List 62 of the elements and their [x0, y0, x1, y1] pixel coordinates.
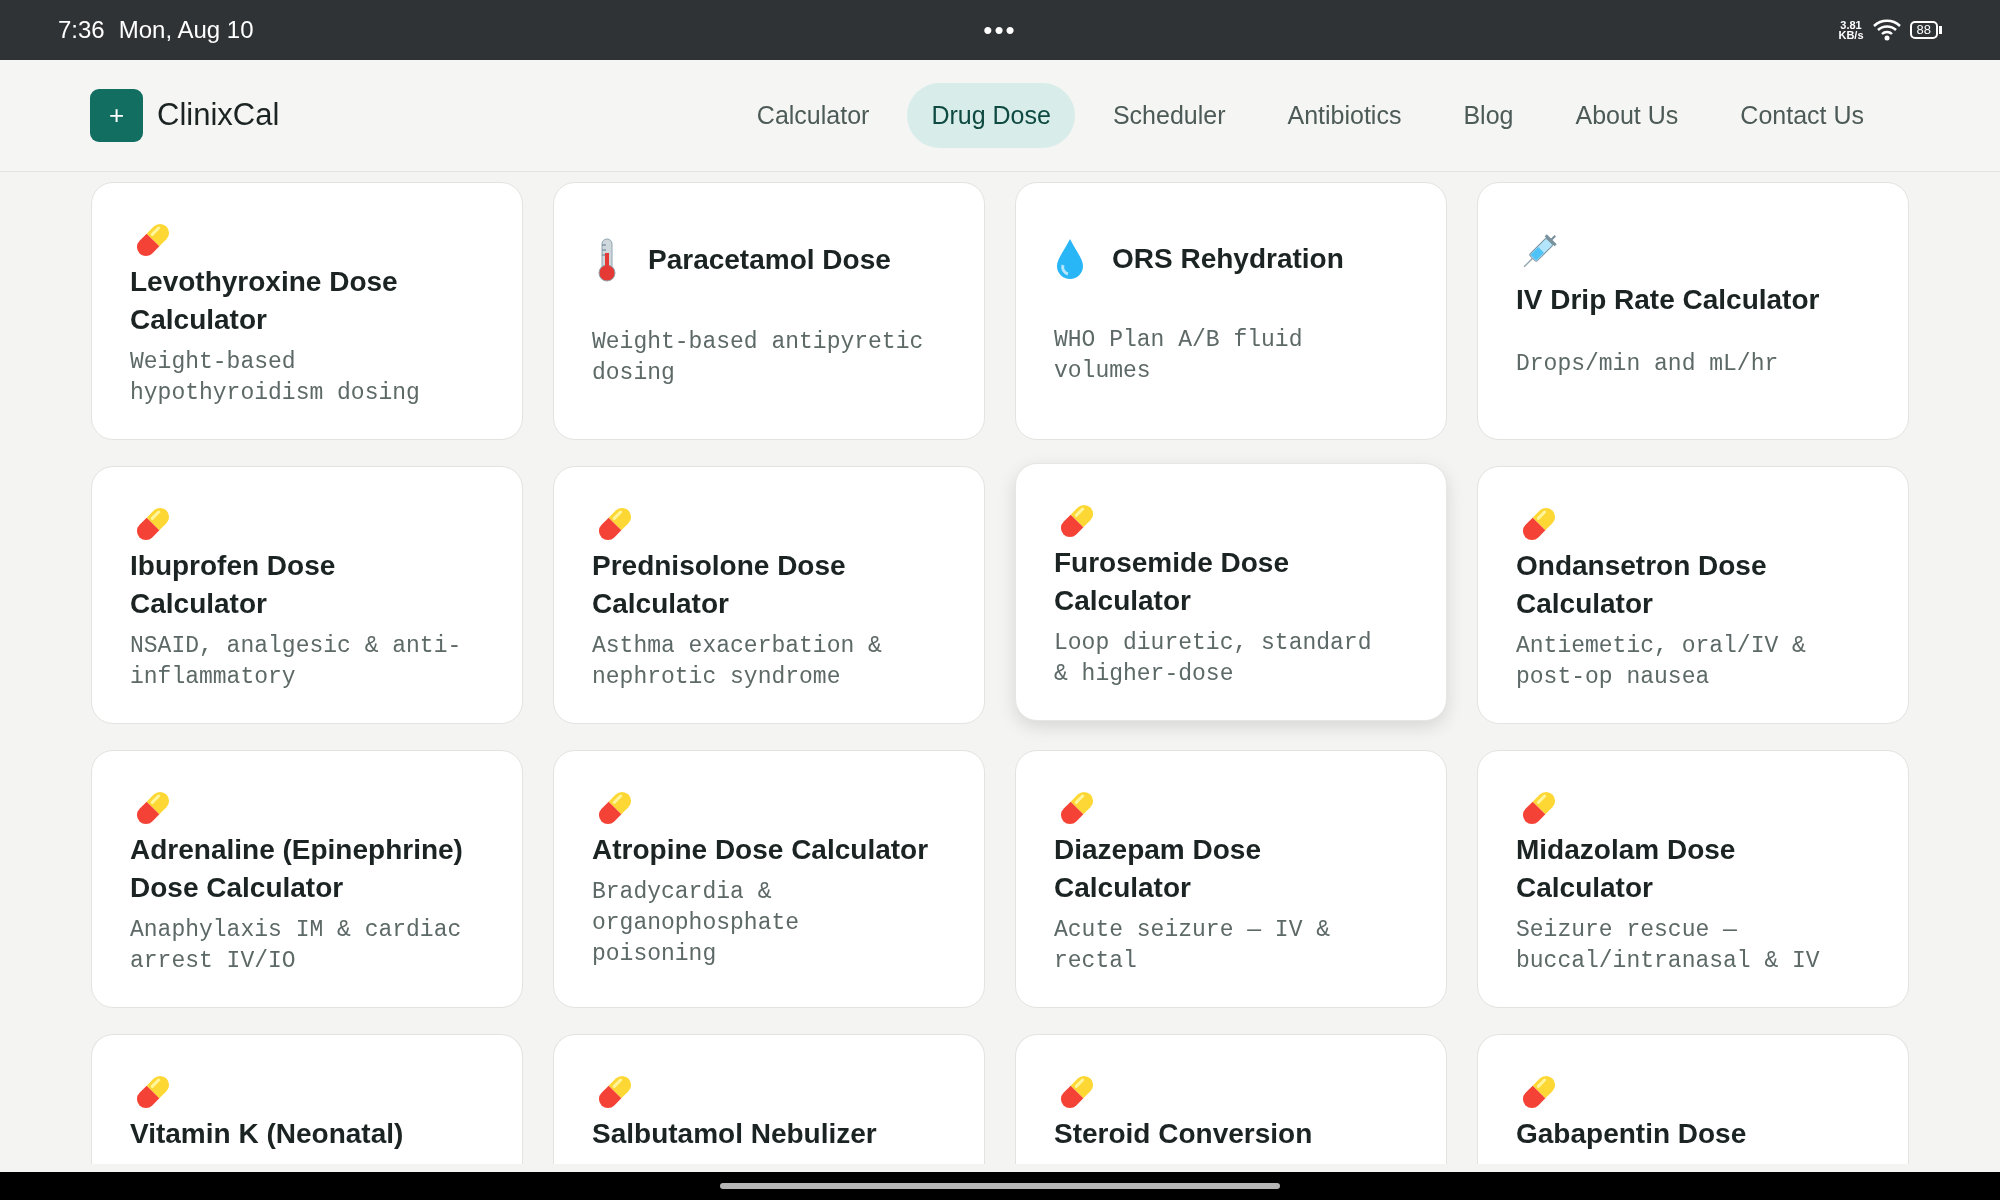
- calculator-card[interactable]: Ondansetron Dose Calculator Antiemetic, oral/IV & post-op nausea: [1477, 466, 1909, 724]
- calculator-card[interactable]: Steroid Conversion: [1015, 1034, 1447, 1164]
- card-description: Seizure rescue — buccal/intranasal & IV: [1516, 916, 1821, 976]
- network-unit: KB/s: [1838, 30, 1864, 40]
- wifi-icon: [1871, 18, 1902, 42]
- card-title: ORS Rehydration: [1112, 242, 1344, 276]
- calculator-card[interactable]: Diazepam Dose Calculator Acute seizure — IV & rectal: [1015, 750, 1447, 1008]
- card-title: IV Drip Rate Calculator: [1516, 283, 1821, 317]
- card-description: Asthma exacerbation & nephrotic syndrome: [592, 632, 883, 692]
- calculator-card[interactable]: Vitamin K (Neonatal): [91, 1034, 523, 1164]
- card-title: Ondansetron Dose Calculator: [1516, 549, 1768, 621]
- card-description: Weight-based hypothyroidism dosing: [130, 348, 421, 408]
- nav-link[interactable]: About Us: [1551, 82, 1703, 149]
- nav-link[interactable]: Scheduler: [1088, 82, 1250, 149]
- logo-mark[interactable]: +: [90, 89, 143, 142]
- card-title: Furosemide Dose Calculator: [1054, 546, 1290, 618]
- card-description: Bradycardia & organophosphate poisoning: [592, 878, 801, 969]
- droplet-icon: [1054, 237, 1086, 281]
- card-title: Steroid Conversion: [1054, 1117, 1314, 1151]
- nav-link[interactable]: Antibiotics: [1263, 82, 1426, 149]
- card-title: Prednisolone Dose Calculator: [592, 549, 847, 621]
- card-description: Weight-based antipyretic dosing: [592, 328, 925, 388]
- nav-link[interactable]: Calculator: [732, 82, 894, 149]
- card-description: Drops/min and mL/hr: [1516, 350, 1780, 379]
- nav-link[interactable]: Drug Dose: [907, 82, 1075, 149]
- network-speed: 3.81: [1840, 20, 1862, 30]
- nav-link[interactable]: Blog: [1439, 82, 1538, 149]
- calculator-card[interactable]: Salbutamol Nebulizer: [553, 1034, 985, 1164]
- card-description: Antiemetic, oral/IV & post-op nausea: [1516, 632, 1807, 692]
- card-description: NSAID, analgesic & anti-inflammatory: [130, 632, 463, 692]
- card-title: Diazepam Dose Calculator: [1054, 833, 1262, 905]
- calculator-card[interactable]: Adrenaline (Epinephrine) Dose Calculator Anaphylaxis IM & cardiac arrest IV/IO: [91, 750, 523, 1008]
- card-description: Anaphylaxis IM & cardiac arrest IV/IO: [130, 916, 463, 976]
- status-menu: •••: [983, 10, 1017, 50]
- calculator-card[interactable]: Levothyroxine Dose Calculator Weight-based hypothyroidism dosing: [91, 182, 523, 440]
- battery-indicator: 88: [1909, 21, 1942, 39]
- calculator-card[interactable]: Atropine Dose Calculator Bradycardia & organophosphate poisoning: [553, 750, 985, 1008]
- nav-link[interactable]: Contact Us: [1716, 82, 1888, 149]
- calculator-card[interactable]: Furosemide Dose Calculator Loop diuretic, standard & higher-dose: [1015, 463, 1447, 721]
- calculator-card[interactable]: Gabapentin Dose: [1477, 1034, 1909, 1164]
- brand-name[interactable]: ClinixCal: [157, 92, 280, 139]
- calculator-card[interactable]: Ibuprofen Dose Calculator NSAID, analgesic & anti-inflammatory: [91, 466, 523, 724]
- calculator-card[interactable]: Paracetamol Dose Weight-based antipyretic dosing: [553, 182, 985, 440]
- card-title: Levothyroxine Dose Calculator: [130, 265, 399, 337]
- card-title: Salbutamol Nebulizer: [592, 1117, 878, 1151]
- card-description: Acute seizure — IV & rectal: [1054, 916, 1332, 976]
- card-title: Midazolam Dose Calculator: [1516, 833, 1737, 905]
- card-title: Atropine Dose Calculator: [592, 833, 930, 867]
- card-title: Adrenaline (Epinephrine) Dose Calculator: [130, 833, 464, 905]
- card-title: Paracetamol Dose: [648, 243, 891, 277]
- status-time: 7:36: [58, 15, 105, 45]
- card-title: Ibuprofen Dose Calculator: [130, 549, 337, 621]
- home-indicator[interactable]: [720, 1183, 1280, 1189]
- calculator-card[interactable]: ORS Rehydration WHO Plan A/B fluid volumes: [1015, 182, 1447, 440]
- status-date: Mon, Aug 10: [118, 15, 254, 45]
- calculator-card[interactable]: Midazolam Dose Calculator Seizure rescue — buccal/intranasal & IV: [1477, 750, 1909, 1008]
- card-description: WHO Plan A/B fluid volumes: [1054, 326, 1304, 386]
- card-title: Vitamin K (Neonatal): [130, 1117, 405, 1151]
- calculator-card[interactable]: IV Drip Rate Calculator Drops/min and mL/hr: [1477, 182, 1909, 440]
- card-title: Gabapentin Dose: [1516, 1117, 1748, 1151]
- calculator-card[interactable]: Prednisolone Dose Calculator Asthma exacerbation & nephrotic syndrome: [553, 466, 985, 724]
- card-description: Loop diuretic, standard & higher-dose: [1054, 629, 1373, 689]
